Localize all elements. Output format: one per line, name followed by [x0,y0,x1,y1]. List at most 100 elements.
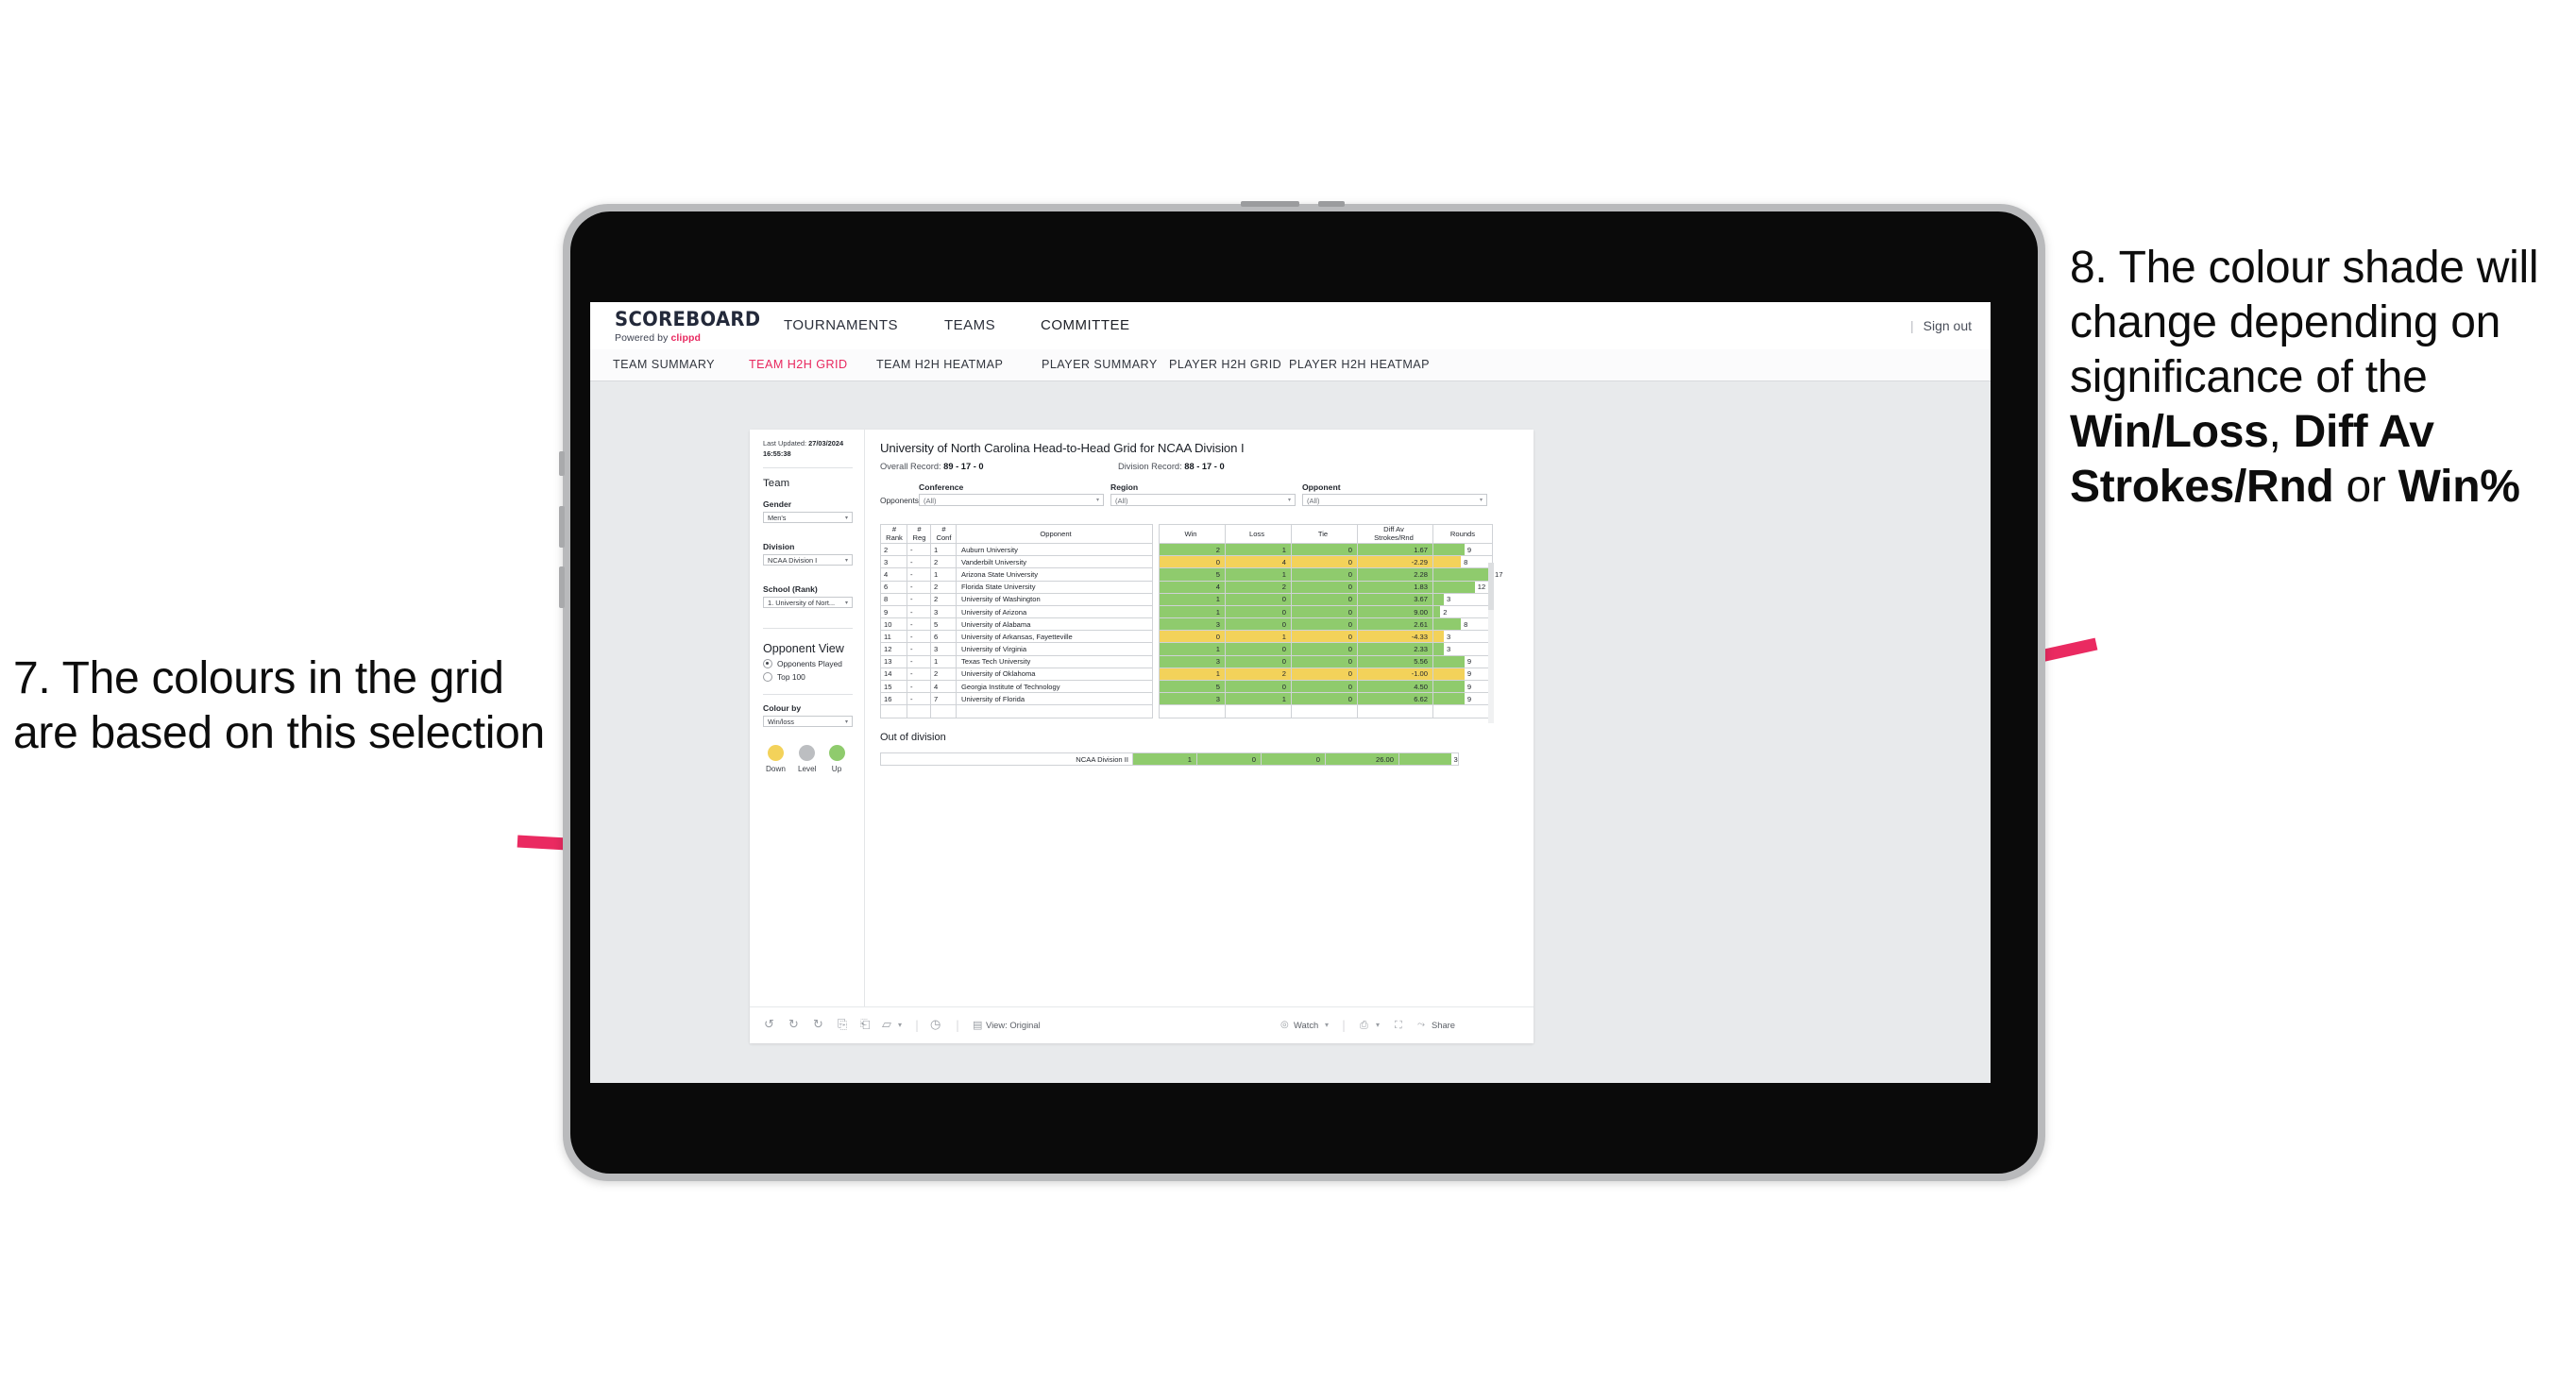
table-row[interactable]: 4-1 Arizona State University 5 1 0 2.28 17 [880,567,1502,582]
view-original-label[interactable]: View: Original [986,1020,1041,1030]
table-row[interactable]: 14-2 University of Oklahoma 1 2 0 -1.00 9 [880,667,1493,682]
out-of-division-row[interactable]: NCAA Division II 1 0 0 26.00 3 [880,752,1459,767]
out-of-division-label: NCAA Division II [880,752,1133,767]
signout-divider: | [1909,318,1914,333]
table-cell: 2 [1159,542,1226,557]
subnav-player-h2h-grid[interactable]: PLAYER H2H GRID [1169,349,1281,380]
logo-sub-prefix: Powered by [615,332,671,344]
redo-icon[interactable]: ↻ [788,1018,799,1032]
table-cell: University of Florida [956,692,1153,706]
refresh-icon[interactable]: ⎘ [838,1018,847,1032]
table-scrollbar[interactable] [1488,563,1494,723]
table-row[interactable]: 13-1 Texas Tech University 3 0 0 5.56 9 [880,654,1493,668]
table-spacer-cell [1291,704,1358,718]
column-gap [1152,692,1160,705]
subnav-team-h2h-heatmap[interactable]: TEAM H2H HEATMAP [876,349,1003,380]
chevron-down-icon[interactable]: ▾ [1325,1021,1329,1029]
division-label: Division [763,542,795,552]
table-cell: 1.83 [1357,580,1433,594]
scoreboard-logo[interactable]: SCOREBOARD Powered by clippd [615,310,771,345]
colour-legend: Down Level Up [763,745,853,773]
share-button[interactable]: Share [1432,1020,1455,1030]
radio-icon [763,672,772,683]
app-screen: SCOREBOARD Powered by clippd TOURNAMENTS… [590,302,1991,1083]
pause-icon[interactable]: ⎗ [860,1018,870,1032]
subnav-player-h2h-heatmap[interactable]: PLAYER H2H HEATMAP [1289,349,1430,380]
school-rank-select[interactable]: 1. University of Nort... ▾ [763,597,853,609]
radio-top-100[interactable]: Top 100 [763,672,853,683]
highlight-icon[interactable]: ▱ [882,1018,891,1032]
table-spacer-row [880,704,1493,718]
table-cell: 0 [1291,642,1358,656]
region-filter-value: (All) [1115,497,1128,505]
region-filter-select[interactable]: (All) ▾ [1110,494,1296,506]
clock-icon[interactable]: ◷ [930,1018,941,1032]
share-icon[interactable]: ⤳ [1417,1020,1425,1030]
table-cell: 16 [880,692,907,706]
download-icon[interactable]: ⎙ [1360,1019,1368,1032]
table-cell: 14 [880,667,907,682]
legend-item-down: Down [766,745,786,773]
watch-button[interactable]: Watch [1294,1020,1318,1030]
table-row[interactable]: 6-2 Florida State University 4 2 0 1.83 12 [880,580,1493,594]
subnav-team-h2h-grid[interactable]: TEAM H2H GRID [749,349,848,380]
table-cell: 0 [1291,542,1358,557]
school-rank-label: School (Rank) [763,584,818,595]
table-cell: - [907,692,931,706]
table-cell: - [907,667,931,682]
nav-item-tournaments[interactable]: TOURNAMENTS [784,302,898,349]
opponents-filter-label: Opponents: [880,496,922,505]
undo-icon[interactable]: ↺ [764,1018,774,1032]
table-row[interactable]: 11-6 University of Arkansas, Fayetteville… [880,630,1493,644]
table-scrollbar-thumb[interactable] [1488,563,1494,610]
table-cell: - [907,567,931,582]
signout-area: | Sign out [1910,302,1972,349]
colour-by-select[interactable]: Win/loss ▾ [763,716,853,728]
annotation-right-prefix: 8. The colour shade will change dependin… [2070,243,2539,403]
table-row[interactable]: 10-5 University of Alabama 3 0 0 2.61 8 [880,617,1493,632]
device-side-button-1 [559,451,565,476]
rounds-value: 3 [1453,754,1458,764]
table-cell: 6.62 [1357,692,1433,706]
table-cell: 0 [1291,654,1358,668]
table-row[interactable]: 2-1 Auburn University 2 1 0 1.67 9 [880,542,1493,557]
rounds-bar [1433,556,1462,568]
conference-filter-select[interactable]: (All) ▾ [919,494,1104,506]
chevron-down-icon: ▾ [844,600,848,607]
table-cell: 0 [1291,567,1358,582]
table-cell: 2 [930,592,957,606]
h2h-grid-header: # Rank # Reg # Conf Opponent Win Loss Tie Diff Av S… [880,524,1493,544]
chevron-down-icon[interactable]: ▾ [1376,1021,1380,1029]
column-header-5: Loss [1225,524,1292,544]
table-row[interactable]: 16-7 University of Florida 3 1 0 6.62 9 [880,692,1493,706]
school-rank-value: 1. University of Nort... [768,599,836,608]
gender-select[interactable]: Men's ▾ [763,512,853,524]
nav-item-teams[interactable]: TEAMS [944,302,995,349]
table-cell: 0 [1225,592,1292,606]
rounds-cell: 9 [1432,692,1493,706]
colour-by-label: Colour by [763,703,802,714]
table-cell: 1 [930,542,957,557]
chevron-down-icon[interactable]: ▾ [898,1021,902,1029]
signout-link[interactable]: Sign out [1924,318,1972,333]
radio-opponents-played[interactable]: Opponents Played [763,659,853,669]
table-row[interactable]: 12-3 University of Virginia 1 0 0 2.33 3 [880,642,1493,656]
fullscreen-icon[interactable]: ⛶ [1395,1019,1402,1032]
column-header-8: Rounds [1432,524,1493,544]
division-select[interactable]: NCAA Division I ▾ [763,554,853,566]
table-row[interactable]: 15-4 Georgia Institute of Technology 5 0 0 4.… [880,680,1493,694]
nav-item-committee[interactable]: COMMITTEE [1041,302,1130,352]
subnav-team-summary[interactable]: TEAM SUMMARY [613,349,715,380]
table-cell: 5 [1159,680,1226,694]
device-top-button-1 [1241,201,1299,207]
overall-record: Overall Record: 89 - 17 - 0 [880,462,984,471]
opponent-filter-select[interactable]: (All) ▾ [1302,494,1487,506]
rounds-bar [1433,693,1465,705]
subnav-player-summary[interactable]: PLAYER SUMMARY [1042,349,1158,380]
table-row[interactable]: 9-3 University of Arizona 1 0 0 9.00 2 [880,604,1493,619]
annotation-right-bold-winpct: Win% [2398,462,2520,513]
table-cell: 3 [880,555,907,569]
table-row[interactable]: 3-2 Vanderbilt University 0 4 0 -2.29 8 [880,555,1493,569]
revert-icon[interactable]: ↻ [813,1018,823,1032]
table-row[interactable]: 8-2 University of Washington 1 0 0 3.67 3 [880,592,1493,606]
